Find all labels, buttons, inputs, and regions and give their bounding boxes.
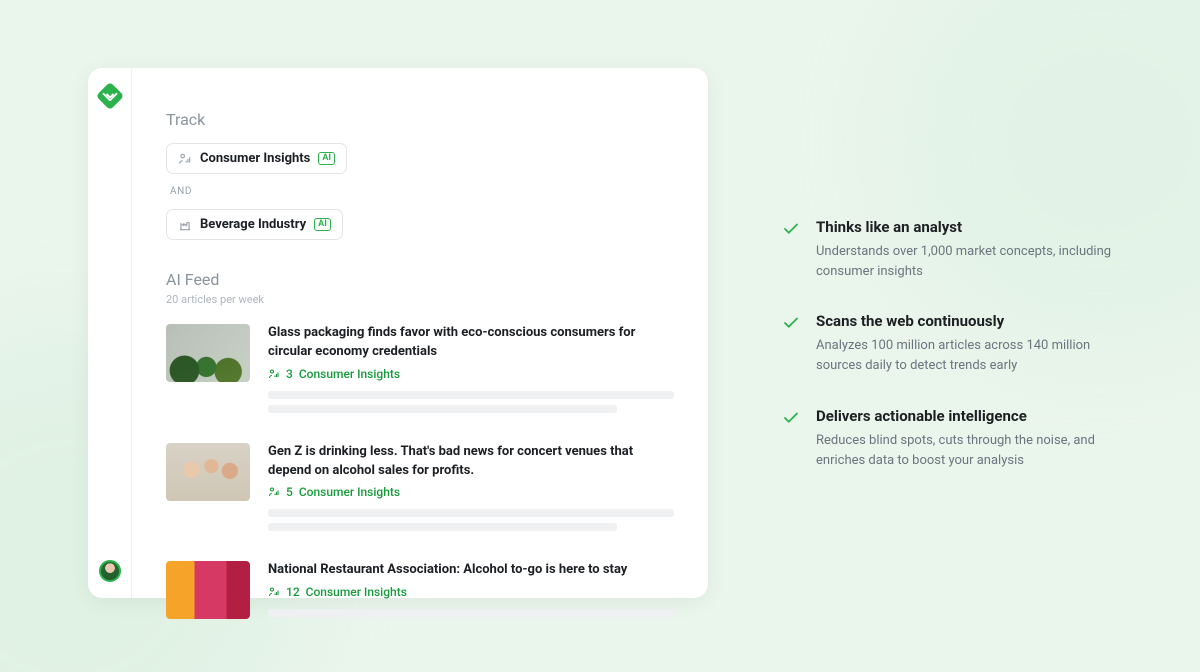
- article-headline: Gen Z is drinking less. That's bad news …: [268, 443, 674, 481]
- feedly-logo-icon[interactable]: [95, 82, 123, 110]
- article-thumbnail: [166, 324, 250, 382]
- benefit-title: Delivers actionable intelligence: [816, 407, 1132, 425]
- track-operator-and: AND: [170, 186, 674, 197]
- left-rail: [88, 68, 132, 598]
- article-headline: Glass packaging finds favor with eco-con…: [268, 324, 674, 362]
- article-tag[interactable]: 5 Consumer Insights: [268, 485, 674, 499]
- ai-badge: AI: [318, 152, 335, 165]
- track-heading: Track: [166, 110, 674, 129]
- article-excerpt-skeleton: [268, 509, 674, 531]
- person-chart-icon: [178, 152, 192, 166]
- track-chip-consumer-insights[interactable]: Consumer Insights AI: [166, 143, 347, 174]
- benefit-desc: Understands over 1,000 market concepts, …: [816, 242, 1132, 282]
- article-card[interactable]: National Restaurant Association: Alcohol…: [166, 561, 674, 623]
- article-thumbnail: [166, 443, 250, 501]
- article-tag-label: Consumer Insights: [306, 585, 407, 599]
- article-tag-label: Consumer Insights: [299, 367, 400, 381]
- chip-label: Beverage Industry: [200, 217, 306, 232]
- benefit-item: Thinks like an analyst Understands over …: [782, 218, 1132, 282]
- article-tag-count: 3: [286, 367, 293, 381]
- person-chart-icon: [268, 486, 280, 498]
- check-icon: [782, 220, 800, 282]
- app-panel: Track Consumer Insights AI AND Beverage …: [88, 68, 708, 598]
- article-tag-count: 12: [286, 585, 300, 599]
- factory-icon: [178, 218, 192, 232]
- benefit-item: Delivers actionable intelligence Reduces…: [782, 407, 1132, 471]
- benefit-desc: Reduces blind spots, cuts through the no…: [816, 431, 1132, 471]
- feed-frequency: 20 articles per week: [166, 293, 674, 306]
- benefit-title: Scans the web continuously: [816, 312, 1132, 330]
- article-headline: National Restaurant Association: Alcohol…: [268, 561, 674, 580]
- article-card[interactable]: Gen Z is drinking less. That's bad news …: [166, 443, 674, 538]
- article-tag[interactable]: 12 Consumer Insights: [268, 585, 674, 599]
- feed-heading: AI Feed: [166, 270, 674, 289]
- benefits-list: Thinks like an analyst Understands over …: [782, 218, 1132, 501]
- check-icon: [782, 314, 800, 376]
- avatar[interactable]: [99, 560, 121, 582]
- person-chart-icon: [268, 368, 280, 380]
- article-thumbnail: [166, 561, 250, 619]
- article-excerpt-skeleton: [268, 609, 674, 617]
- person-chart-icon: [268, 586, 280, 598]
- benefit-item: Scans the web continuously Analyzes 100 …: [782, 312, 1132, 376]
- panel-content: Track Consumer Insights AI AND Beverage …: [132, 68, 708, 598]
- ai-badge: AI: [314, 218, 331, 231]
- article-tag-label: Consumer Insights: [299, 485, 400, 499]
- article-tag[interactable]: 3 Consumer Insights: [268, 367, 674, 381]
- article-excerpt-skeleton: [268, 391, 674, 413]
- track-chip-beverage-industry[interactable]: Beverage Industry AI: [166, 209, 343, 240]
- article-tag-count: 5: [286, 485, 293, 499]
- benefit-title: Thinks like an analyst: [816, 218, 1132, 236]
- benefit-desc: Analyzes 100 million articles across 140…: [816, 336, 1132, 376]
- article-card[interactable]: Glass packaging finds favor with eco-con…: [166, 324, 674, 419]
- check-icon: [782, 409, 800, 471]
- chip-label: Consumer Insights: [200, 151, 310, 166]
